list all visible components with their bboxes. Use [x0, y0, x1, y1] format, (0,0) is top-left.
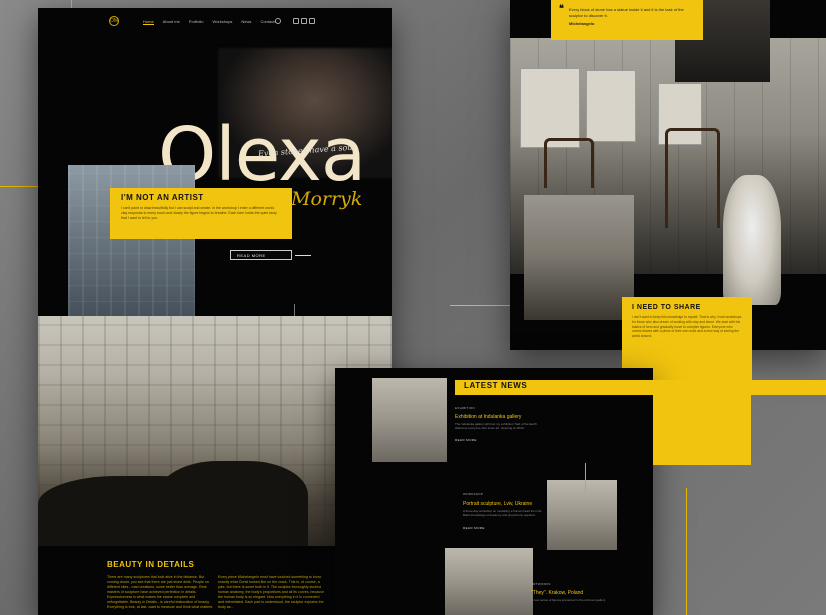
quote-author: Michelangelo	[569, 21, 595, 26]
news-read-more[interactable]: READ MORE	[463, 526, 485, 530]
news-image	[445, 548, 533, 615]
chair	[544, 138, 594, 188]
artist-heading: I'M NOT AN ARTIST	[121, 193, 204, 202]
news-tag: EXHIBITION	[455, 406, 476, 410]
divider	[585, 463, 586, 493]
instagram-icon[interactable]	[301, 18, 307, 24]
search-icon[interactable]	[275, 18, 281, 24]
nav-menu: Home About me Portfolio Workshops News C…	[143, 19, 276, 25]
news-tag: WORKSHOP	[463, 492, 484, 496]
guide-line	[686, 488, 687, 615]
news-text: The Indulanka gallery will host my exhib…	[455, 422, 538, 431]
nav-item-contacts[interactable]: Contacts	[260, 19, 276, 25]
sculpture-photo	[524, 195, 634, 320]
share-heading: I NEED TO SHARE	[632, 304, 701, 311]
news-read-more[interactable]: READ MORE	[455, 438, 477, 442]
youtube-icon[interactable]	[309, 18, 315, 24]
top-nav: OM Home About me Portfolio Workshops New…	[38, 14, 392, 30]
nav-item-about[interactable]: About me	[163, 19, 180, 25]
news-text: A new series of figures presented in the…	[531, 598, 606, 602]
beauty-heading: BEAUTY IN DETAILS	[107, 560, 195, 569]
nav-item-portfolio[interactable]: Portfolio	[189, 19, 204, 25]
artist-text: I can't paint or draw beautifully but I …	[121, 206, 277, 220]
artist-card: I'M NOT AN ARTIST I can't paint or draw …	[110, 188, 292, 239]
read-more-button[interactable]: READ MORE	[230, 250, 311, 260]
drawing-easel	[586, 70, 636, 142]
nav-item-workshops[interactable]: Workshops	[212, 19, 232, 25]
nav-item-news[interactable]: News	[241, 19, 251, 25]
hero-subtitle: Morryk	[291, 188, 363, 210]
news-headline[interactable]: Exhibition at Indulanka gallery	[455, 414, 521, 420]
quote-card: ❝ Every block of stone has a statue insi…	[551, 0, 703, 40]
news-page-mockup: EXHIBITION Exhibition at Indulanka galle…	[335, 368, 653, 615]
drawing-easel	[520, 68, 580, 148]
share-text: I don't want to keep this knowledge to m…	[632, 315, 742, 339]
news-headline[interactable]: "They". Krakow, Poland	[531, 590, 583, 596]
people-silhouettes	[158, 461, 308, 546]
logo[interactable]: OM	[109, 16, 119, 26]
accent-block	[653, 395, 751, 465]
chair	[665, 128, 720, 228]
quote-mark-icon: ❝	[559, 3, 564, 13]
news-image	[547, 480, 617, 550]
quote-text: Every block of stone has a statue inside…	[569, 7, 684, 18]
news-headline[interactable]: Portrait sculpture, Lviv, Ukraine	[463, 501, 532, 507]
beauty-col-2: Every piece Michelangelo must have touch…	[218, 575, 325, 609]
news-heading: LATEST NEWS	[464, 381, 528, 390]
facebook-icon[interactable]	[293, 18, 299, 24]
nav-item-home[interactable]: Home	[143, 19, 154, 25]
beauty-col-1: There are many sculptures that look aliv…	[107, 575, 214, 609]
news-tag: ARTWORKS	[531, 582, 551, 586]
torso-sculpture	[723, 175, 781, 305]
news-image	[372, 378, 447, 462]
news-text: A three-day workshop on modelling a huma…	[463, 509, 543, 518]
